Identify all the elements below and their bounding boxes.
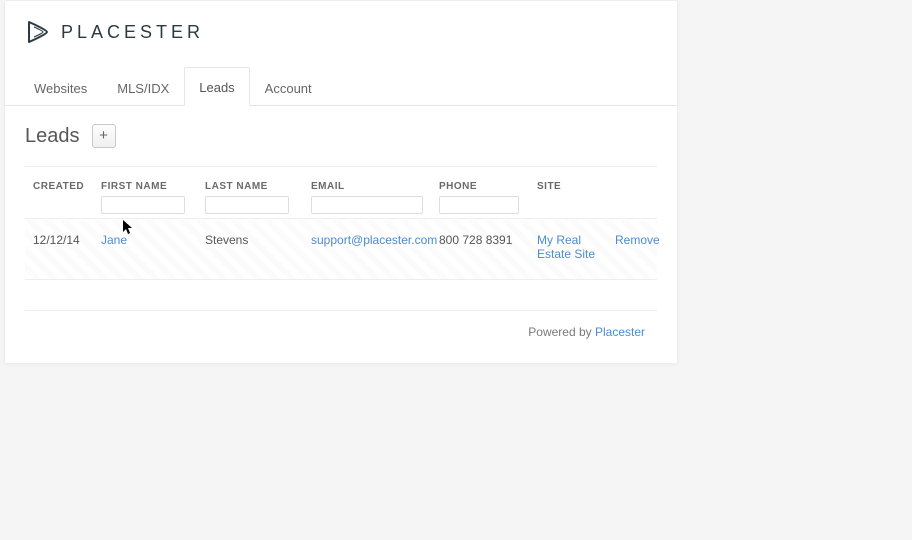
add-lead-button[interactable]: +: [92, 124, 116, 148]
logo-mark-icon: [25, 19, 51, 45]
remove-lead-link[interactable]: Remove: [615, 233, 660, 247]
filter-lastname-input[interactable]: [205, 196, 289, 214]
col-header-email: EMAIL: [305, 167, 433, 219]
footer: Powered by Placester: [25, 310, 657, 353]
lead-email-link[interactable]: support@placester.com: [311, 233, 437, 247]
footer-placester-link[interactable]: Placester: [595, 325, 645, 339]
col-label-email: EMAIL: [311, 181, 345, 192]
tab-mls-idx[interactable]: MLS/IDX: [102, 68, 184, 106]
logo[interactable]: PLACESTER: [25, 19, 204, 45]
filter-phone-input[interactable]: [439, 196, 519, 214]
content: Leads + CREATED: [5, 106, 677, 363]
value-lastname: Stevens: [205, 233, 248, 247]
leads-table-wrap: CREATED FIRST NAME LAST NAME EMAIL: [25, 166, 657, 280]
logo-wordmark: PLACESTER: [61, 22, 204, 43]
page-title-row: Leads +: [25, 124, 657, 148]
cell-site: My Real Estate Site: [531, 219, 609, 280]
value-phone: 800 728 8391: [439, 233, 512, 247]
cell-lastname: Stevens: [199, 219, 305, 280]
col-header-lastname: LAST NAME: [199, 167, 305, 219]
cell-email: support@placester.com: [305, 219, 433, 280]
tab-websites[interactable]: Websites: [19, 68, 102, 106]
tab-leads[interactable]: Leads: [184, 67, 249, 106]
col-header-firstname: FIRST NAME: [95, 167, 199, 219]
col-header-created: CREATED: [25, 167, 95, 219]
col-label-firstname: FIRST NAME: [101, 181, 167, 192]
cell-created: 12/12/14: [25, 219, 95, 280]
app-card: PLACESTER Websites MLS/IDX Leads Account…: [4, 0, 678, 364]
cell-firstname: Jane: [95, 219, 199, 280]
value-created: 12/12/14: [33, 233, 80, 247]
page-title: Leads: [25, 125, 80, 148]
col-label-lastname: LAST NAME: [205, 181, 268, 192]
filter-email-input[interactable]: [311, 196, 423, 214]
filter-firstname-input[interactable]: [101, 196, 185, 214]
col-header-site: SITE: [531, 167, 609, 219]
col-header-actions: [609, 167, 657, 219]
leads-table: CREATED FIRST NAME LAST NAME EMAIL: [25, 167, 657, 280]
col-label-site: SITE: [537, 181, 561, 192]
cell-actions: Remove: [609, 219, 657, 280]
lead-firstname-link[interactable]: Jane: [101, 233, 127, 247]
table-header-row: CREATED FIRST NAME LAST NAME EMAIL: [25, 167, 657, 219]
table-row: 12/12/14 Jane Stevens: [25, 219, 657, 280]
col-label-phone: PHONE: [439, 181, 477, 192]
header: PLACESTER: [5, 1, 677, 54]
tab-bar: Websites MLS/IDX Leads Account: [5, 66, 677, 106]
col-label-created: CREATED: [33, 181, 84, 192]
tab-account[interactable]: Account: [250, 68, 327, 106]
col-header-phone: PHONE: [433, 167, 531, 219]
cell-phone: 800 728 8391: [433, 219, 531, 280]
footer-prefix: Powered by: [528, 325, 595, 339]
lead-site-link[interactable]: My Real Estate Site: [537, 233, 595, 261]
